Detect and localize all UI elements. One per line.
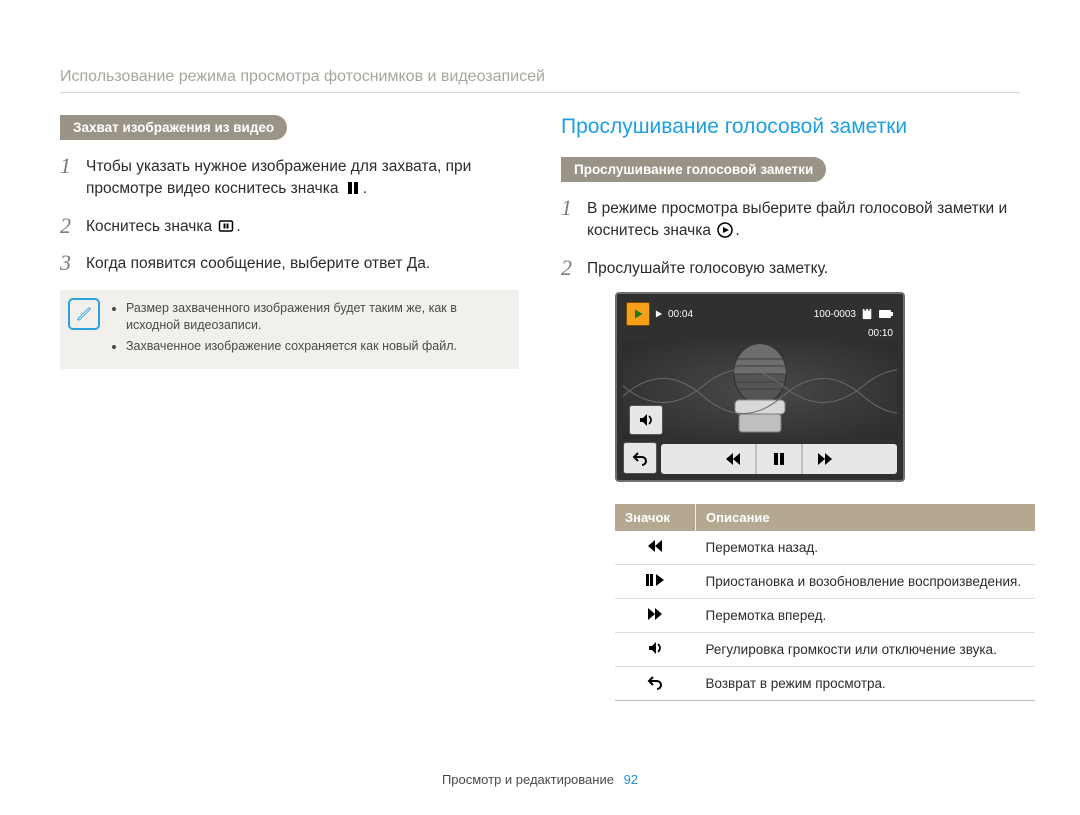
player-forward-button[interactable] xyxy=(802,444,847,474)
step-number: 2 xyxy=(60,214,86,238)
player-elapsed: 00:04 xyxy=(668,309,693,320)
legend-col-icon: Значок xyxy=(615,504,696,531)
battery-icon xyxy=(878,308,894,320)
play-indicator-icon xyxy=(655,309,663,319)
volume-icon xyxy=(647,644,663,659)
pause-icon xyxy=(345,180,361,203)
legend-col-desc: Описание xyxy=(696,504,1036,531)
pause-play-icon xyxy=(645,576,665,591)
voice-memo-player: 00:04 100-0003 00:10 xyxy=(615,292,905,482)
table-row: Регулировка громкости или отключение зву… xyxy=(615,633,1035,667)
table-row: Перемотка вперед. xyxy=(615,599,1035,633)
right-column: Прослушивание голосовой заметки Прослуши… xyxy=(561,115,1020,701)
back-icon xyxy=(647,678,663,693)
step-number: 1 xyxy=(60,154,86,178)
table-row: Перемотка назад. xyxy=(615,531,1035,565)
left-column: Захват изображения из видео 1 Чтобы указ… xyxy=(60,115,519,701)
rewind-icon xyxy=(647,542,663,557)
section-header: Использование режима просмотра фотоснимк… xyxy=(60,68,1020,93)
note-item: Захваченное изображение сохраняется как … xyxy=(126,338,509,355)
icon-legend-table: Значок Описание Перемотка назад. Приоста… xyxy=(615,504,1035,701)
page-footer: Просмотр и редактирование 92 xyxy=(0,772,1080,787)
player-volume-button[interactable] xyxy=(629,405,663,435)
play-circle-icon xyxy=(717,222,733,245)
player-total: 00:10 xyxy=(623,328,897,339)
note-icon xyxy=(68,298,100,330)
right-pill-heading: Прослушивание голосовой заметки xyxy=(561,157,826,182)
player-thumbnail-play-icon[interactable] xyxy=(626,302,650,326)
table-row: Возврат в режим просмотра. xyxy=(615,667,1035,701)
step-number: 1 xyxy=(561,196,587,220)
note-box: Размер захваченного изображения будет та… xyxy=(60,290,519,369)
table-row: Приостановка и возобновление воспроизвед… xyxy=(615,565,1035,599)
memory-icon xyxy=(861,308,873,320)
note-item: Размер захваченного изображения будет та… xyxy=(126,300,509,334)
player-pause-button[interactable] xyxy=(756,444,802,474)
right-steps: 1 В режиме просмотра выберите файл голос… xyxy=(561,196,1020,280)
forward-icon xyxy=(647,610,663,625)
player-back-button[interactable] xyxy=(623,442,657,474)
left-steps: 1 Чтобы указать нужное изображение для з… xyxy=(60,154,519,276)
right-heading: Прослушивание голосовой заметки xyxy=(561,115,1020,139)
step-text: Когда появится сообщение, выберите ответ… xyxy=(86,251,430,275)
page-number: 92 xyxy=(624,772,638,787)
step-text: Чтобы указать нужное изображение для зах… xyxy=(86,154,519,204)
player-rewind-button[interactable] xyxy=(711,444,756,474)
player-waveform xyxy=(623,341,897,439)
player-file-index: 100-0003 xyxy=(814,309,856,320)
step-number: 3 xyxy=(60,251,86,275)
step-text: Коснитесь значка . xyxy=(86,214,241,241)
capture-icon xyxy=(218,218,234,241)
step-text: В режиме просмотра выберите файл голосов… xyxy=(587,196,1020,246)
left-pill-heading: Захват изображения из видео xyxy=(60,115,287,140)
step-text: Прослушайте голосовую заметку. xyxy=(587,256,828,280)
step-number: 2 xyxy=(561,256,587,280)
